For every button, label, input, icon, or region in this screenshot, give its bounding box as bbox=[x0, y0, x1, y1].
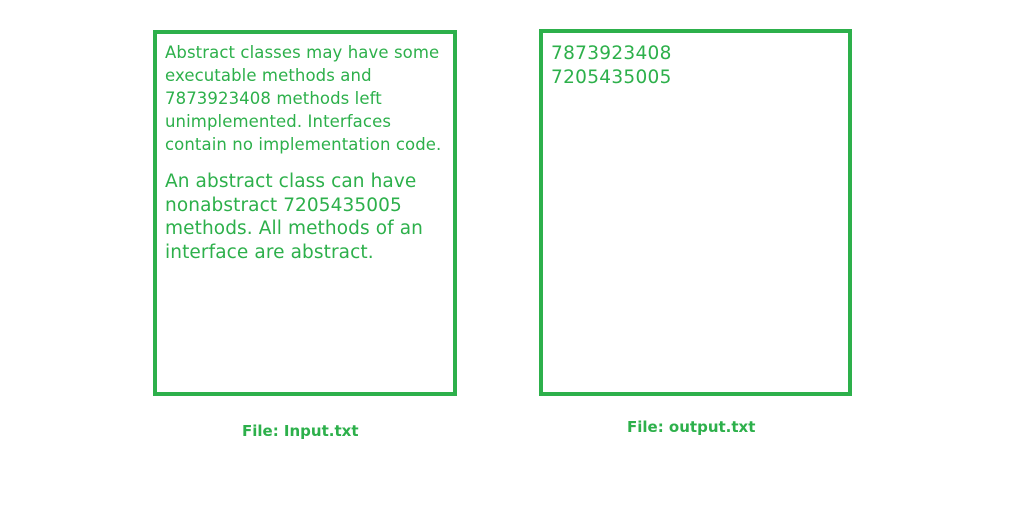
input-file-box: Abstract classes may have some executabl… bbox=[153, 30, 457, 396]
input-paragraph-1: Abstract classes may have some executabl… bbox=[165, 43, 442, 154]
output-file-box: 7873923408 7205435005 bbox=[539, 29, 852, 396]
output-line-1: 7873923408 bbox=[551, 43, 672, 64]
output-file-caption: File: output.txt bbox=[627, 418, 756, 436]
input-file-caption: File: Input.txt bbox=[242, 422, 359, 440]
output-line-2: 7205435005 bbox=[551, 67, 672, 88]
input-paragraph-2: An abstract class can have nonabstract 7… bbox=[165, 171, 423, 263]
